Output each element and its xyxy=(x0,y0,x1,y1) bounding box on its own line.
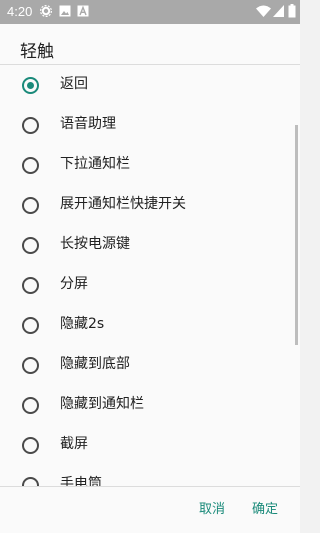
gesture-action-dialog: 轻触 返回 语音助理 下拉通知栏 展开通知栏快捷开关 长按电源键 分屏 隐藏2s… xyxy=(0,24,300,533)
option-item[interactable]: 长按电源键 xyxy=(0,225,290,265)
option-item[interactable]: 下拉通知栏 xyxy=(0,145,290,185)
battery-icon xyxy=(288,4,296,22)
radio-unselected-icon[interactable] xyxy=(22,397,39,414)
option-label: 手电筒 xyxy=(60,476,102,486)
option-item[interactable]: 语音助理 xyxy=(0,105,290,145)
option-label: 分屏 xyxy=(60,276,88,292)
option-label: 下拉通知栏 xyxy=(60,156,130,172)
image-icon xyxy=(59,5,71,21)
option-item[interactable]: 分屏 xyxy=(0,265,290,305)
wifi-icon xyxy=(256,5,271,21)
cancel-button[interactable]: 取消 xyxy=(199,501,225,519)
radio-unselected-icon[interactable] xyxy=(22,357,39,374)
radio-unselected-icon[interactable] xyxy=(22,197,39,214)
font-a-icon xyxy=(77,5,89,21)
option-item[interactable]: 隐藏到通知栏 xyxy=(0,385,290,425)
option-label: 截屏 xyxy=(60,436,88,452)
status-time: 4:20 xyxy=(7,4,33,19)
option-label: 语音助理 xyxy=(60,116,116,132)
radio-unselected-icon[interactable] xyxy=(22,437,39,454)
option-item[interactable]: 返回 xyxy=(0,65,290,105)
radio-unselected-icon[interactable] xyxy=(22,277,39,294)
option-item[interactable]: 隐藏到底部 xyxy=(0,345,290,385)
radio-unselected-icon[interactable] xyxy=(22,237,39,254)
option-item[interactable]: 隐藏2s xyxy=(0,305,290,345)
cell-signal-icon xyxy=(273,5,284,21)
settings-gear-icon xyxy=(39,4,53,21)
option-label: 展开通知栏快捷开关 xyxy=(60,196,186,212)
status-bar: 4:20 xyxy=(0,0,300,24)
option-label: 隐藏到底部 xyxy=(60,356,130,372)
buttons-divider xyxy=(0,486,300,487)
option-item[interactable]: 手电筒 xyxy=(0,465,290,486)
radio-selected-icon[interactable] xyxy=(22,77,39,94)
option-item[interactable]: 截屏 xyxy=(0,425,290,465)
radio-unselected-icon[interactable] xyxy=(22,477,39,486)
option-label: 隐藏到通知栏 xyxy=(60,396,144,412)
radio-unselected-icon[interactable] xyxy=(22,317,39,334)
dialog-title: 轻触 xyxy=(20,42,54,62)
radio-unselected-icon[interactable] xyxy=(22,117,39,134)
option-label: 返回 xyxy=(60,76,88,92)
option-label: 长按电源键 xyxy=(60,236,130,252)
list-scrollbar[interactable] xyxy=(295,125,298,345)
options-list[interactable]: 返回 语音助理 下拉通知栏 展开通知栏快捷开关 长按电源键 分屏 隐藏2s 隐藏… xyxy=(0,65,300,486)
option-item[interactable]: 展开通知栏快捷开关 xyxy=(0,185,290,225)
radio-unselected-icon[interactable] xyxy=(22,157,39,174)
ok-button[interactable]: 确定 xyxy=(252,501,278,519)
option-label: 隐藏2s xyxy=(60,316,105,332)
